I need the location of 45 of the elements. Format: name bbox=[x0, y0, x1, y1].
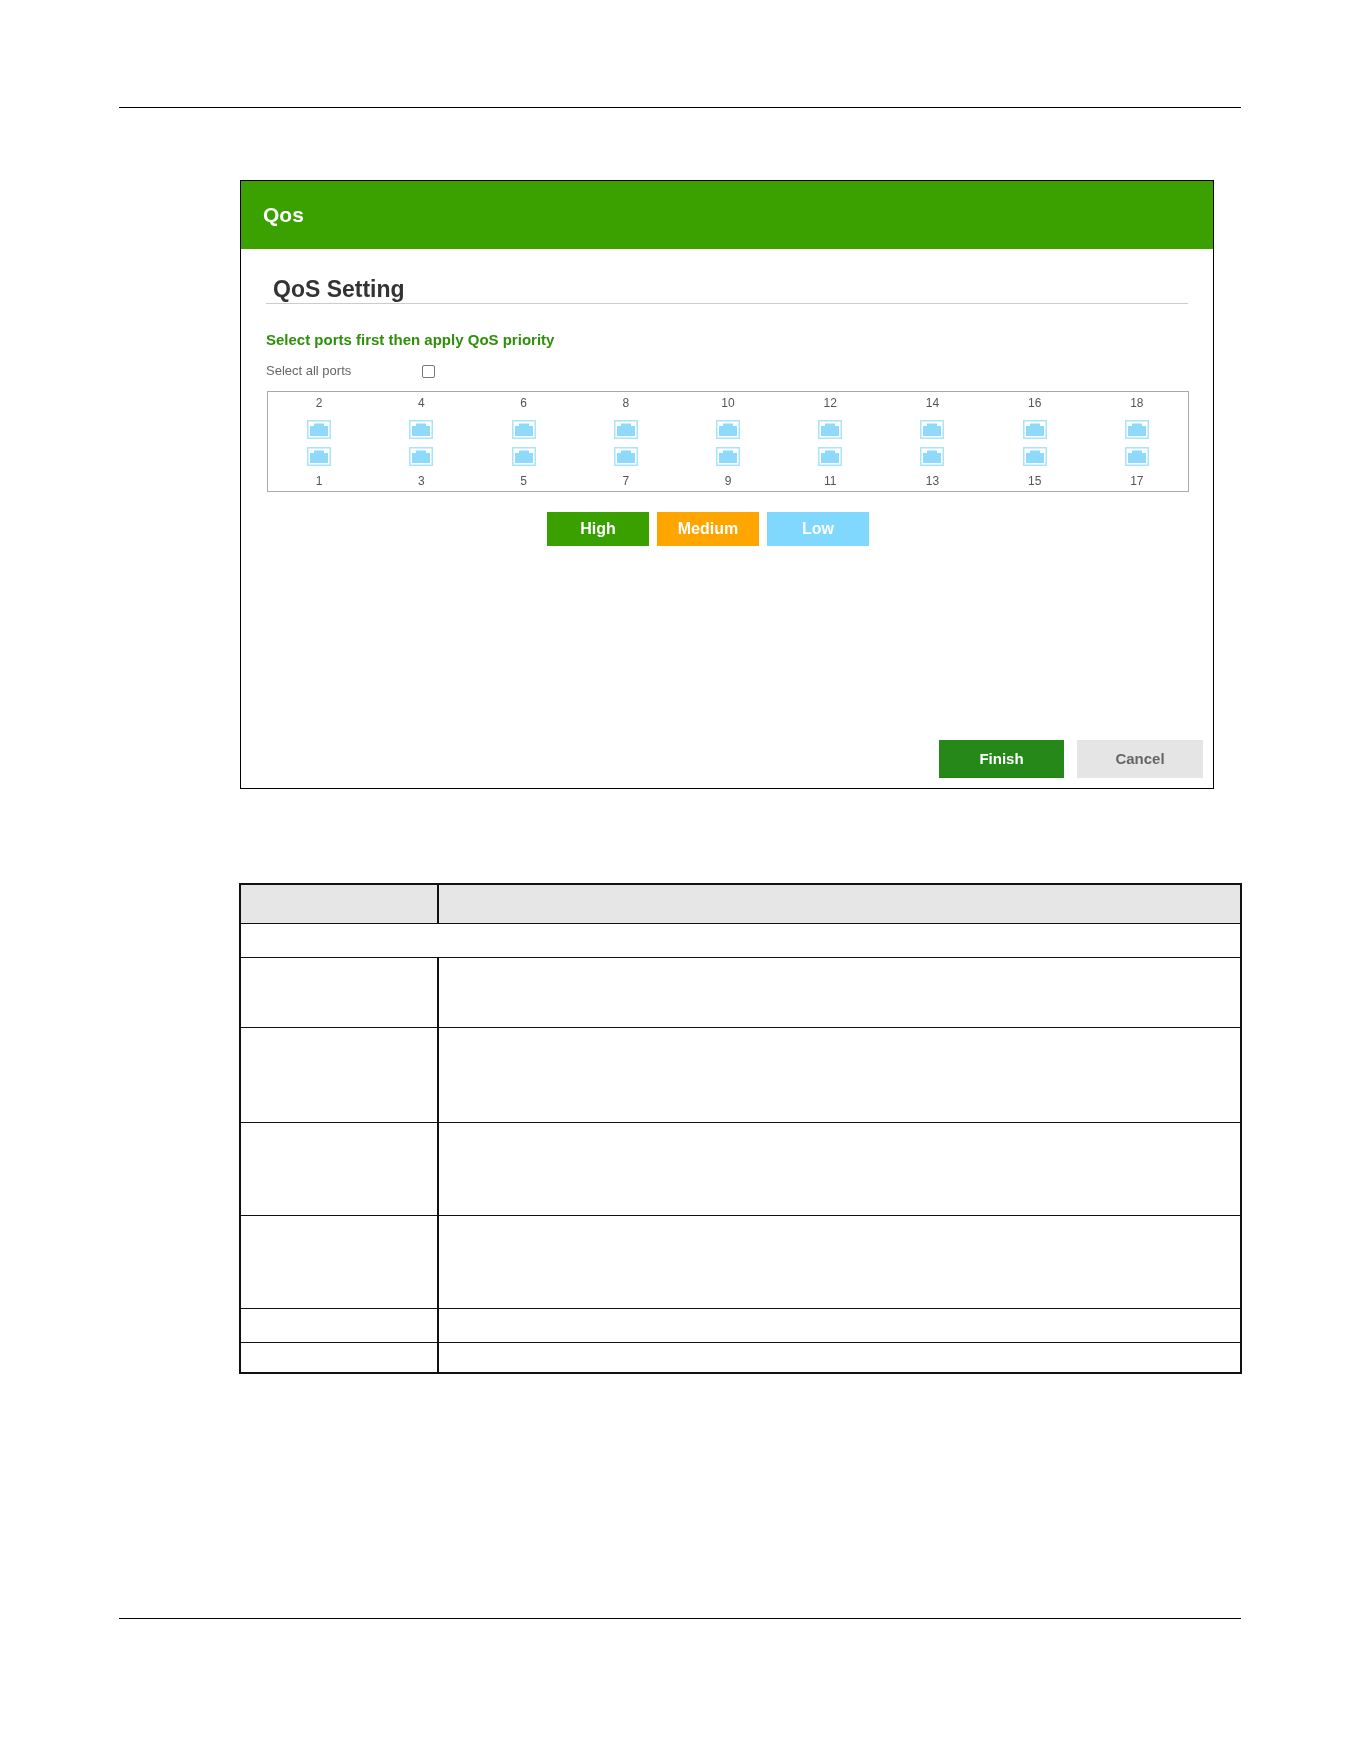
ethernet-port-icon[interactable] bbox=[1022, 447, 1047, 466]
port-number: 3 bbox=[418, 474, 425, 489]
port-number: 4 bbox=[418, 396, 425, 411]
port-number: 1 bbox=[315, 474, 323, 489]
port-number: 7 bbox=[622, 474, 630, 489]
port-number: 8 bbox=[622, 396, 630, 411]
port-number: 14 bbox=[925, 396, 940, 411]
select-all-checkbox[interactable] bbox=[422, 364, 435, 378]
port-number: 9 bbox=[724, 474, 732, 489]
cancel-button[interactable]: Cancel bbox=[1077, 740, 1203, 778]
port-number: 13 bbox=[925, 474, 940, 489]
ethernet-port-icon[interactable] bbox=[818, 447, 843, 466]
port-number: 2 bbox=[315, 396, 323, 411]
ethernet-port-icon[interactable] bbox=[1124, 420, 1149, 439]
ethernet-port-icon[interactable] bbox=[307, 420, 332, 439]
section-heading: QoS Setting bbox=[272, 275, 406, 303]
ethernet-port-icon[interactable] bbox=[716, 420, 740, 439]
instruction-text: Select ports first then apply QoS priority bbox=[266, 330, 555, 350]
port-number: 10 bbox=[721, 396, 735, 411]
ethernet-port-icon[interactable] bbox=[307, 447, 332, 466]
priority-button[interactable]: High bbox=[547, 512, 649, 546]
port-number: 15 bbox=[1027, 474, 1042, 489]
port-number: 5 bbox=[520, 474, 527, 489]
ethernet-port-icon[interactable] bbox=[1124, 447, 1149, 466]
ethernet-port-icon[interactable] bbox=[511, 420, 536, 439]
select-all-label: Select all ports bbox=[266, 362, 353, 381]
port-number: 12 bbox=[823, 396, 837, 411]
ethernet-port-icon[interactable] bbox=[613, 420, 638, 439]
ethernet-port-icon[interactable] bbox=[1022, 420, 1047, 439]
port-number: 18 bbox=[1130, 396, 1144, 411]
ethernet-port-icon[interactable] bbox=[716, 447, 740, 466]
ethernet-port-icon[interactable] bbox=[920, 420, 945, 439]
ethernet-port-icon[interactable] bbox=[511, 447, 536, 466]
port-number: 16 bbox=[1027, 396, 1042, 411]
ethernet-port-icon[interactable] bbox=[409, 420, 434, 439]
port-number: 11 bbox=[824, 474, 837, 489]
ethernet-port-icon[interactable] bbox=[920, 447, 945, 466]
ethernet-port-icon[interactable] bbox=[613, 447, 638, 466]
priority-button[interactable]: Medium bbox=[657, 512, 759, 546]
dialog-title: Qos bbox=[263, 202, 304, 229]
port-number: 17 bbox=[1130, 474, 1144, 489]
port-number: 6 bbox=[520, 396, 527, 411]
ethernet-port-icon[interactable] bbox=[818, 420, 843, 439]
finish-button[interactable]: Finish bbox=[939, 740, 1064, 778]
ethernet-port-icon[interactable] bbox=[409, 447, 434, 466]
